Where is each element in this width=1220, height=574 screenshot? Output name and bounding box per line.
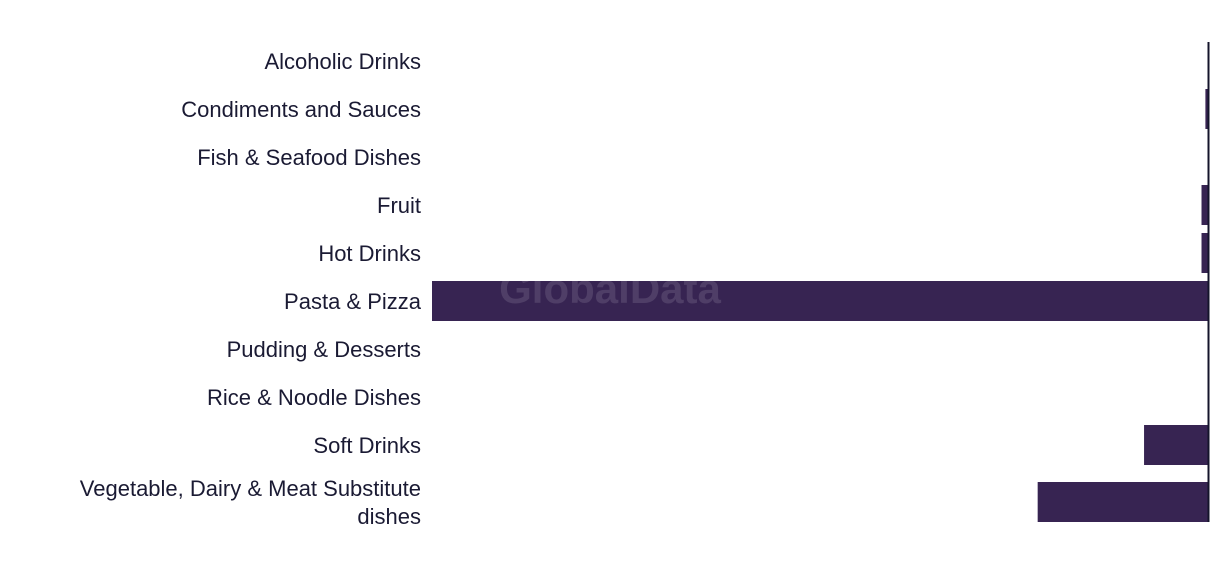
category-label: Alcoholic Drinks: [265, 49, 422, 74]
watermark: GlobalData: [499, 265, 721, 312]
category-label: Vegetable, Dairy & Meat Substitute dishes: [80, 476, 421, 529]
category-label: Fruit: [377, 193, 421, 218]
bar-chart: Alcoholic Drinks Condiments and Sauces Fis…: [0, 0, 1220, 574]
bar: [1037, 482, 1209, 522]
category-label: Rice & Noodle Dishes: [207, 385, 421, 410]
category-label: Pudding & Desserts: [227, 337, 421, 362]
bar: [1201, 185, 1209, 225]
category-label: Hot Drinks: [318, 241, 421, 266]
bar: [1144, 425, 1209, 465]
category-label: Soft Drinks: [313, 433, 421, 458]
category-label: Pasta & Pizza: [284, 289, 422, 314]
chart-svg: Alcoholic Drinks Condiments and Sauces Fis…: [80, 42, 1210, 529]
bar: [1201, 233, 1209, 273]
category-label: Condiments and Sauces: [181, 97, 421, 122]
category-label: Fish & Seafood Dishes: [197, 145, 421, 170]
